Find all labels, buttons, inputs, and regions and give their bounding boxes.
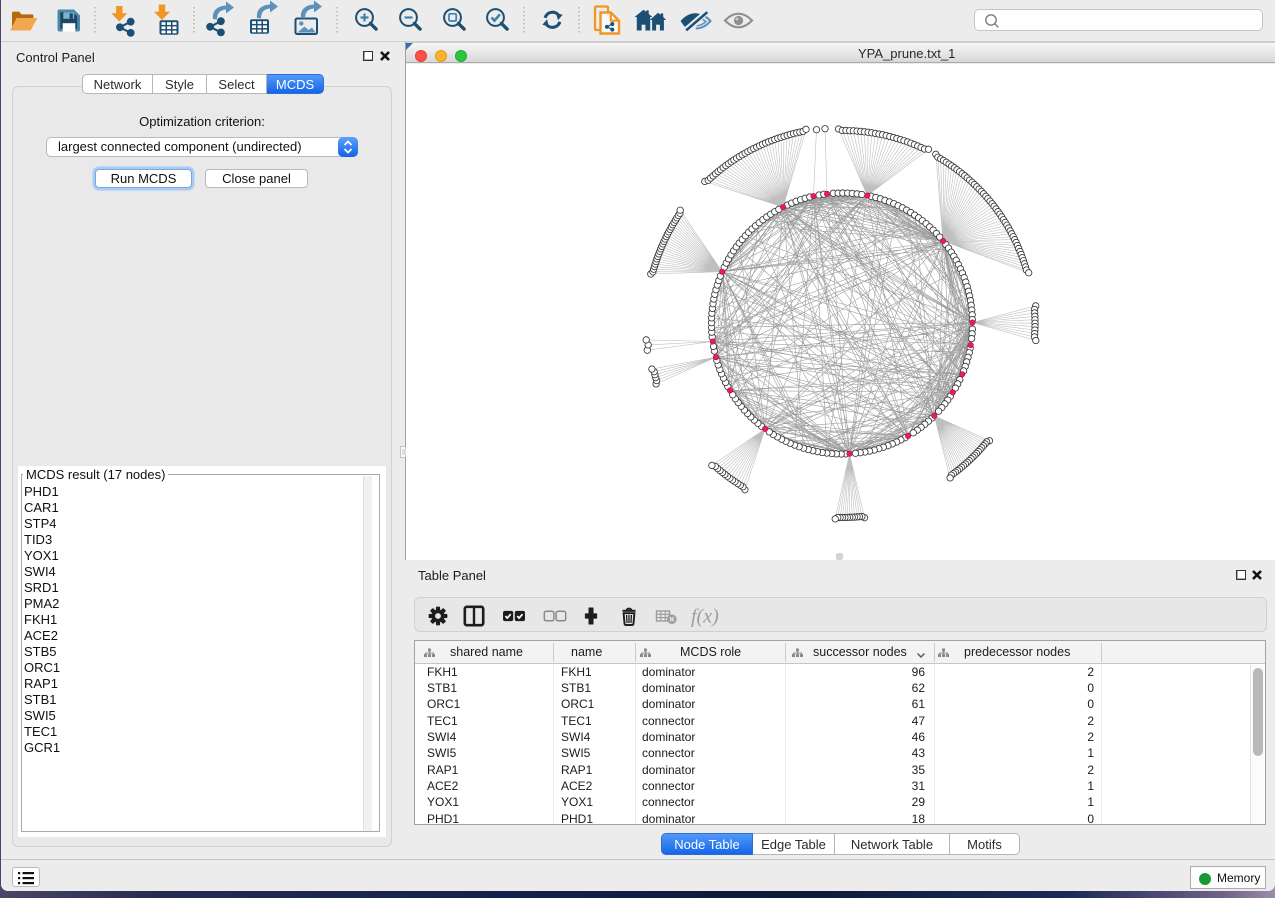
svg-text:f(x): f(x) <box>691 606 719 628</box>
